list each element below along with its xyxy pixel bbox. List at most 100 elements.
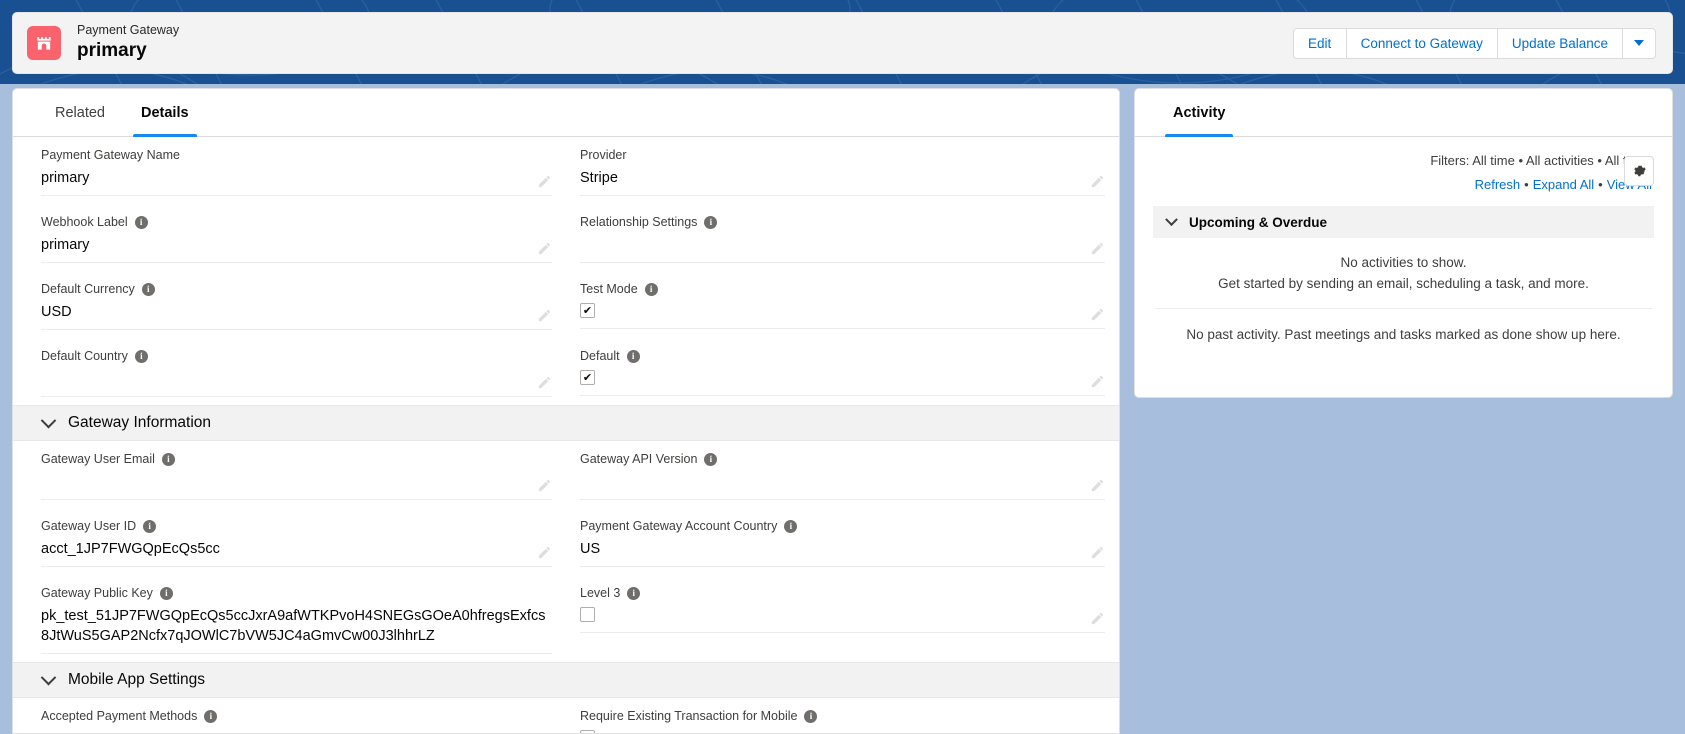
info-icon[interactable]: i <box>804 710 818 723</box>
field-label: Level 3 i <box>580 585 1105 602</box>
field-gateway-user-email: Gateway User Email i <box>13 441 566 508</box>
field-label: Provider <box>580 147 1105 164</box>
field-label: Default i <box>580 348 1105 365</box>
edit-pencil-icon[interactable] <box>537 174 552 189</box>
field-label-text: Accepted Payment Methods <box>41 709 198 723</box>
info-icon[interactable]: i <box>204 710 218 723</box>
link-separator: • <box>1598 177 1603 192</box>
field-label-text: Default Country <box>41 349 128 363</box>
field-value: USD <box>41 304 72 320</box>
field-value: primary <box>41 170 90 186</box>
info-icon[interactable]: i <box>644 283 658 296</box>
info-icon[interactable]: i <box>134 350 148 363</box>
field-row: Accepted Payment Methods i Require Existin… <box>13 698 1119 733</box>
activity-tabs: Activity <box>1135 89 1672 137</box>
field-value <box>580 235 1105 255</box>
field-label: Payment Gateway Name <box>41 147 552 164</box>
section-title: Mobile App Settings <box>68 671 206 688</box>
field-gateway-api-version: Gateway API Version i <box>566 441 1119 508</box>
edit-button[interactable]: Edit <box>1292 27 1347 59</box>
field-value: pk_test_51JP7FWGQpEcQs5ccJxrA9afWTKPvoH4… <box>41 608 546 644</box>
field-accepted-payment-methods: Accepted Payment Methods i <box>13 698 566 733</box>
field-label-text: Payment Gateway Name <box>41 148 180 162</box>
field-row: Default Country i Default i ✔ <box>13 338 1119 405</box>
checkbox[interactable] <box>580 607 595 622</box>
field-label: Test Mode i <box>580 281 1105 298</box>
more-actions-button[interactable] <box>1622 27 1656 59</box>
field-value <box>41 369 552 389</box>
field-label-text: Level 3 <box>580 586 621 600</box>
info-icon[interactable]: i <box>134 216 148 229</box>
field-row: Webhook Label i primary Relationship Settin… <box>13 204 1119 271</box>
info-icon[interactable]: i <box>784 520 798 533</box>
activity-panel: Activity Filters: All time • All activit… <box>1134 88 1673 398</box>
section-header-gateway-information[interactable]: Gateway Information <box>13 405 1119 441</box>
record-header-text: Payment Gateway primary <box>77 23 179 63</box>
edit-pencil-icon[interactable] <box>537 375 552 390</box>
info-icon[interactable]: i <box>141 283 155 296</box>
field-row: Gateway User Email i Gateway API Version i <box>13 441 1119 508</box>
tab-activity[interactable]: Activity <box>1155 89 1243 137</box>
edit-pencil-icon[interactable] <box>1090 307 1105 322</box>
field-label: Default Country i <box>41 348 552 365</box>
info-icon[interactable]: i <box>704 216 718 229</box>
gear-icon[interactable] <box>1624 156 1654 186</box>
field-label: Accepted Payment Methods i <box>41 708 552 725</box>
upcoming-and-overdue-section-header[interactable]: Upcoming & Overdue <box>1153 206 1654 238</box>
field-test-mode: Test Mode i ✔ <box>566 271 1119 338</box>
info-icon[interactable]: i <box>626 350 640 363</box>
field-label-text: Default Currency <box>41 282 135 296</box>
edit-pencil-icon[interactable] <box>1090 611 1105 626</box>
refresh-link[interactable]: Refresh <box>1475 177 1521 192</box>
field-label-text: Gateway Public Key <box>41 586 153 600</box>
field-label: Gateway User Email i <box>41 451 552 468</box>
edit-pencil-icon[interactable] <box>537 478 552 493</box>
section-header-mobile-app-settings[interactable]: Mobile App Settings <box>13 662 1119 698</box>
edit-pencil-icon[interactable] <box>1090 545 1105 560</box>
info-icon[interactable]: i <box>159 587 173 600</box>
edit-pencil-icon[interactable] <box>1090 374 1105 389</box>
empty-state-subtitle: Get started by sending an email, schedul… <box>1218 276 1589 291</box>
castle-tower-icon <box>27 26 61 60</box>
activity-body: Filters: All time • All activities • All… <box>1135 137 1672 360</box>
info-icon[interactable]: i <box>161 453 175 466</box>
object-type-label: Payment Gateway <box>77 22 180 37</box>
info-icon[interactable]: i <box>143 520 157 533</box>
chevron-down-icon <box>1165 212 1178 226</box>
field-gateway-public-key: Gateway Public Key i pk_test_51JP7FWGQpEcQ… <box>13 575 566 662</box>
field-label-text: Require Existing Transaction for Mobile <box>580 709 798 723</box>
edit-pencil-icon[interactable] <box>537 545 552 560</box>
details-field-list: Payment Gateway Name primary Provider Strip… <box>13 137 1119 733</box>
edit-pencil-icon[interactable] <box>537 308 552 323</box>
field-row: Gateway Public Key i pk_test_51JP7FWGQpEcQ… <box>13 575 1119 662</box>
chevron-down-icon <box>40 669 57 685</box>
field-value: US <box>580 541 601 557</box>
field-level-3: Level 3 i <box>566 575 1119 662</box>
checkbox[interactable]: ✔ <box>580 303 595 318</box>
connect-to-gateway-button[interactable]: Connect to Gateway <box>1345 27 1498 59</box>
field-default-country: Default Country i <box>13 338 566 405</box>
edit-pencil-icon[interactable] <box>1090 478 1105 493</box>
field-label-text: Payment Gateway Account Country <box>580 519 778 533</box>
update-balance-button[interactable]: Update Balance <box>1496 27 1623 59</box>
field-label: Gateway Public Key i <box>41 585 552 602</box>
checkbox[interactable] <box>580 730 595 733</box>
chevron-down-icon <box>40 412 57 428</box>
field-row: Default Currency i USD Test Mode i ✔ <box>13 271 1119 338</box>
tab-related[interactable]: Related <box>37 89 123 136</box>
tab-details[interactable]: Details <box>123 89 207 137</box>
edit-pencil-icon[interactable] <box>1090 174 1105 189</box>
field-webhook-label: Webhook Label i primary <box>13 204 566 271</box>
field-require-existing-transaction-for-mobile: Require Existing Transaction for Mobile i <box>566 698 1119 733</box>
edit-pencil-icon[interactable] <box>537 241 552 256</box>
field-label-text: Relationship Settings <box>580 215 698 229</box>
field-label-text: Default <box>580 349 620 363</box>
info-icon[interactable]: i <box>704 453 718 466</box>
activity-links: Refresh•Expand All•View All <box>1153 177 1654 192</box>
expand-all-link[interactable]: Expand All <box>1533 177 1594 192</box>
field-label-text: Gateway API Version <box>580 452 698 466</box>
field-relationship-settings: Relationship Settings i <box>566 204 1119 271</box>
edit-pencil-icon[interactable] <box>1090 241 1105 256</box>
checkbox[interactable]: ✔ <box>580 370 595 385</box>
info-icon[interactable]: i <box>627 587 641 600</box>
